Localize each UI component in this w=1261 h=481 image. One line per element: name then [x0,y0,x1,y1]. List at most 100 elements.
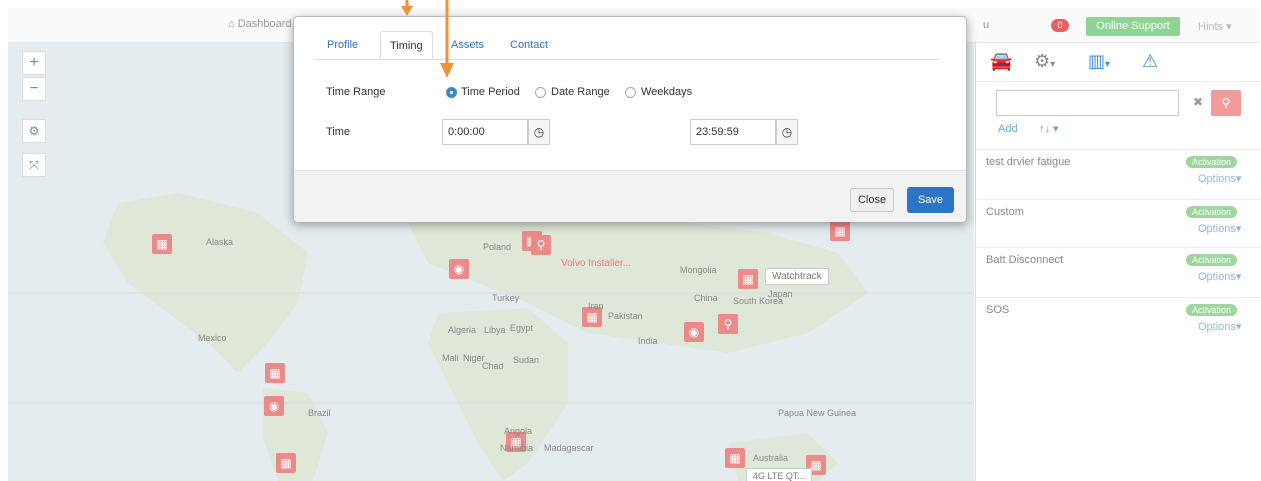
country-label: Mongolia [680,265,717,275]
list-item[interactable]: Batt Disconnect Activation Options▾ [976,247,1261,298]
right-panel: 🚘 ⚙▾ ▥▾ ⚠ ✖ ⚲ Add ↑↓ ▾ test drvier fatig… [975,43,1261,481]
building-pin[interactable]: ▦ [830,221,850,241]
country-label: Namibia [500,443,534,453]
zoom-out-button[interactable]: − [22,77,46,101]
status-badge[interactable]: Activation [1186,156,1238,168]
building-pin[interactable]: ▦ [265,363,285,383]
search-button[interactable]: ⚲ [1211,90,1241,116]
country-label: Papua New Guinea [778,408,857,418]
map-label-watchtrack[interactable]: Watchtrack [765,268,829,285]
zoom-in-label[interactable]: + [29,54,38,71]
time-period-label[interactable]: Time Period [461,86,520,98]
country-label: China [694,293,718,303]
weekdays-radio[interactable] [625,87,636,98]
country-label: Japan [768,289,793,299]
car-icon[interactable]: 🚘 [990,51,1012,72]
country-label: Pakistan [608,311,643,321]
clock-icon[interactable]: ◷ [776,119,798,145]
country-label: India [638,336,658,346]
building-pin[interactable]: ▦ [152,234,172,254]
zoom-out-label[interactable]: − [29,80,38,97]
country-label: Chad [482,361,504,371]
annotation-arrows [401,0,454,78]
country-label: Australia [753,453,789,463]
country-label: Alaska [206,237,234,247]
camera-pin[interactable]: ◉ [449,259,469,279]
start-time-input[interactable]: 0:00:00 [442,119,528,145]
options-label[interactable]: Options [1198,223,1236,235]
rule-name: Batt Disconnect [986,254,1064,266]
weekdays-label[interactable]: Weekdays [641,86,692,98]
map-label-volvo[interactable]: Volvo Installer... [561,258,631,269]
list-item[interactable]: SOS Activation Options▾ [976,297,1261,348]
options-label[interactable]: Options [1198,321,1236,333]
building-pin[interactable]: ▦ [725,448,745,468]
status-badge[interactable]: Activation [1186,304,1238,316]
dialog-footer: Close Save [294,170,966,222]
settings-map-button[interactable]: ⚙ [22,119,46,143]
add-rule-link[interactable]: Add [998,123,1018,135]
sort-icon[interactable]: ↑↓ [1039,123,1050,135]
list-item[interactable]: Custom Activation Options▾ [976,199,1261,250]
building-pin[interactable]: ▦ [738,269,758,289]
expand-icon[interactable]: ⤧ [29,158,39,172]
time-label: Time [326,126,351,138]
country-label: Iran [588,301,604,311]
warning-icon[interactable]: ⚠ [1142,51,1158,72]
country-label: Algeria [448,325,477,335]
hints-dropdown[interactable]: Hints ▾ [1198,20,1232,33]
country-label: Madagascar [544,443,594,453]
time-period-radio[interactable] [446,87,457,98]
country-label: Egypt [510,323,534,333]
options-dropdown[interactable]: Options▾ [1198,270,1241,283]
antenna-pin[interactable]: ⚲ [531,235,551,255]
hints-label[interactable]: Hints [1198,21,1223,33]
camera-pin[interactable]: ◉ [264,396,284,416]
zoom-in-button[interactable]: + [22,51,46,75]
country-label: Poland [483,242,512,252]
save-button[interactable]: Save [907,187,954,213]
country-label: Sudan [513,355,540,365]
list-item[interactable]: test drvier fatigue Activation Options▾ [976,149,1261,200]
country-label: Mali [442,353,459,363]
time-range-label: Time Range [326,86,386,98]
country-label: Brazil [308,408,331,418]
gear-icon[interactable]: ⚙ [29,124,40,138]
close-button[interactable]: Close [850,188,894,212]
sort-dropdown[interactable]: ↑↓ ▾ [1039,122,1059,135]
online-support-button[interactable]: Online Support [1086,17,1180,36]
country-label: Libya [484,325,506,335]
clock-icon[interactable]: ◷ [528,119,550,145]
options-dropdown[interactable]: Options▾ [1198,320,1241,333]
options-dropdown[interactable]: Options▾ [1198,222,1241,235]
map-label-lte[interactable]: 4G LTE QT... [746,468,812,481]
antenna-pin[interactable]: ⚲ [718,314,738,334]
notification-badge[interactable]: 0 [1051,19,1069,32]
camera-pin[interactable]: ◉ [684,322,704,342]
status-badge[interactable]: Activation [1186,254,1238,266]
gear-icon[interactable]: ⚙▾ [1034,51,1055,72]
tab-profile[interactable]: Profile [318,31,367,59]
rule-name: test drvier fatigue [986,156,1071,168]
options-label[interactable]: Options [1198,173,1236,185]
options-label[interactable]: Options [1198,271,1236,283]
status-badge[interactable]: Activation [1186,206,1238,218]
date-range-radio[interactable] [535,87,546,98]
breadcrumb-dashboard[interactable]: ⌂ Dashboard [228,18,292,30]
date-range-label[interactable]: Date Range [551,86,610,98]
clear-search-icon[interactable]: ✖ [1193,95,1203,109]
country-label: Turkey [492,293,520,303]
panel-toolbar: 🚘 ⚙▾ ▥▾ ⚠ [976,43,1261,82]
clipped-text: u [983,19,990,31]
end-time-input[interactable]: 23:59:59 [690,119,776,145]
options-dropdown[interactable]: Options▾ [1198,172,1241,185]
rules-search-input[interactable] [996,90,1179,116]
chart-icon[interactable]: ▥▾ [1088,51,1110,72]
rule-name: SOS [986,304,1010,316]
fullscreen-map-button[interactable]: ⤧ [22,153,46,177]
breadcrumb-label[interactable]: Dashboard [238,18,292,30]
building-pin[interactable]: ▦ [276,453,296,473]
timing-dialog: Profile Timing Assets Contact Time Range… [293,16,967,222]
tab-contact[interactable]: Contact [501,31,557,59]
search-icon[interactable]: ⚲ [1222,96,1231,110]
